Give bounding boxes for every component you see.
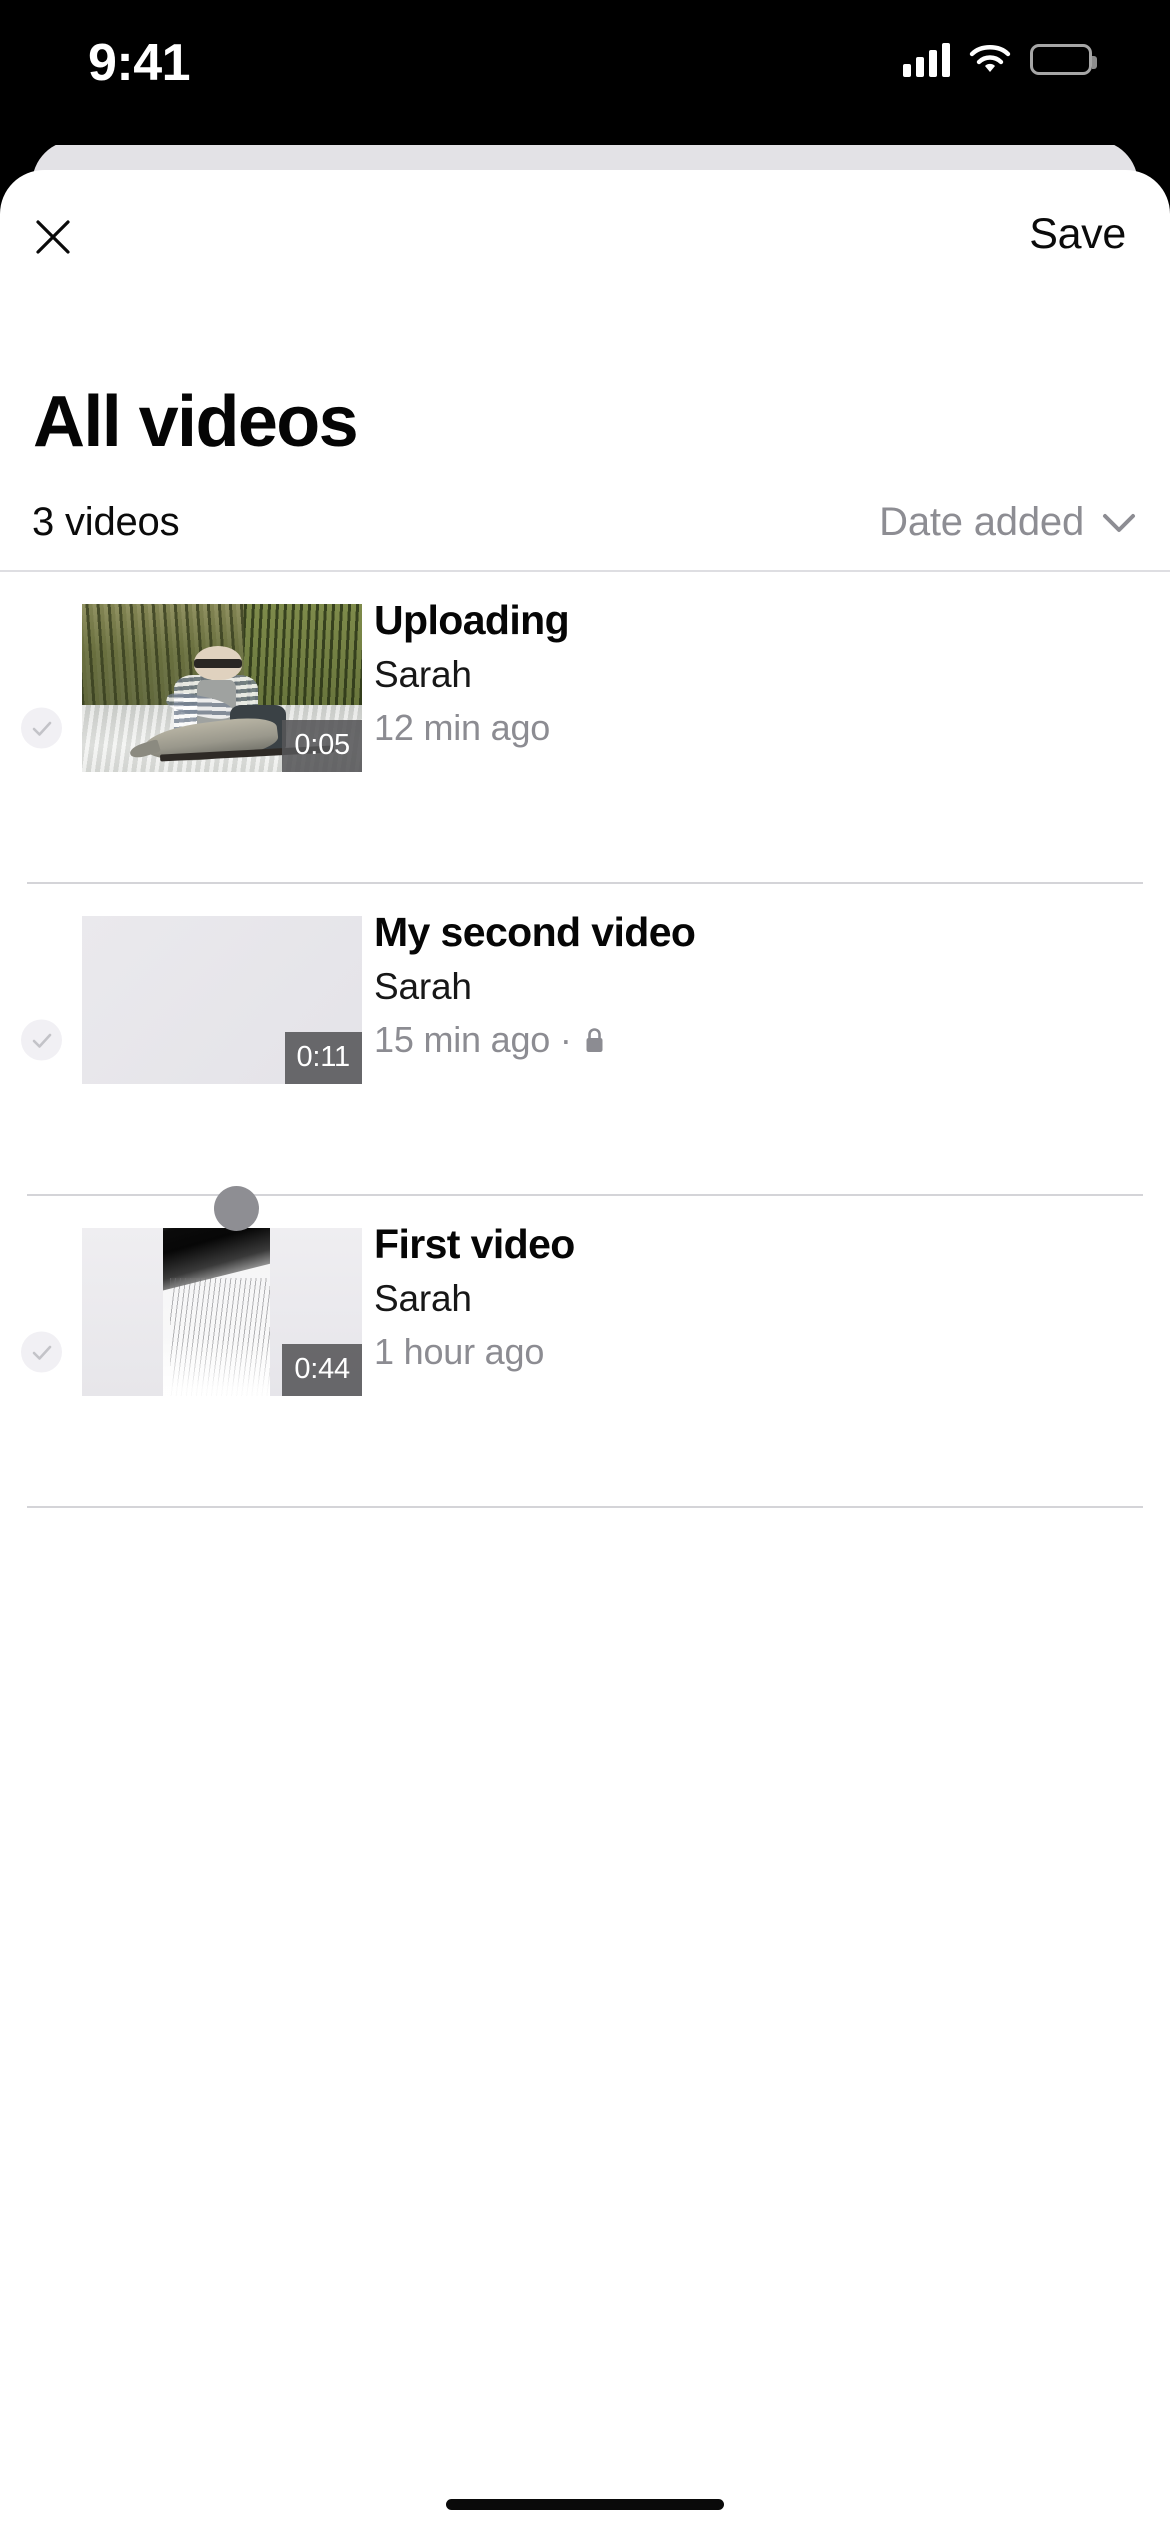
video-thumbnail[interactable]: 0:44: [82, 1228, 362, 1396]
row-divider: [27, 1506, 1143, 1508]
check-icon: [30, 1340, 54, 1364]
lock-icon: [583, 1026, 606, 1055]
video-title: First video: [374, 1221, 575, 1267]
video-timestamp: 12 min ago: [374, 707, 551, 749]
home-indicator: [446, 2499, 724, 2510]
video-count-label: 3 videos: [32, 500, 180, 544]
status-bar-time: 9:41: [88, 34, 191, 92]
cellular-signal-icon: [903, 41, 950, 77]
video-timestamp: 1 hour ago: [374, 1331, 545, 1373]
duration-badge: 0:05: [282, 720, 362, 772]
wifi-icon: [968, 42, 1012, 76]
battery-icon: [1030, 43, 1097, 75]
video-timestamp: 15 min ago ·: [374, 1019, 572, 1061]
sort-label: Date added: [879, 500, 1084, 544]
status-bar: 9:41: [0, 0, 1170, 145]
select-checkbox[interactable]: [21, 707, 62, 749]
video-title: My second video: [374, 909, 696, 955]
sheet-header: Save: [0, 170, 1170, 300]
check-icon: [30, 1028, 54, 1052]
video-thumbnail[interactable]: 0:11: [82, 916, 362, 1084]
video-title: Uploading: [374, 597, 570, 643]
video-timestamp-row: 12 min ago: [374, 707, 1140, 748]
page-title: All videos: [33, 382, 359, 462]
duration-badge: 0:11: [284, 1032, 362, 1084]
close-button[interactable]: [22, 206, 84, 268]
video-author: Sarah: [374, 965, 472, 1007]
list-meta-row: 3 videos Date added: [0, 500, 1170, 555]
duration-badge: 0:44: [282, 1344, 362, 1396]
video-list-item[interactable]: 0:44 First video Sarah 1 hour ago: [0, 1196, 1170, 1508]
sort-button[interactable]: Date added: [871, 494, 1144, 551]
video-thumbnail[interactable]: 0:05: [82, 604, 362, 772]
video-timestamp-row: 15 min ago ·: [374, 1019, 1140, 1060]
select-checkbox[interactable]: [21, 1019, 62, 1061]
video-picker-sheet: Save All videos 3 videos Date added 0:05…: [0, 170, 1170, 2532]
video-info: First video Sarah 1 hour ago: [374, 1221, 1140, 1373]
loading-spinner-dot: [214, 1186, 259, 1231]
video-info: My second video Sarah 15 min ago ·: [374, 909, 1140, 1061]
chevron-down-icon: [1102, 512, 1136, 534]
video-list-item[interactable]: 0:11 My second video Sarah 15 min ago ·: [0, 884, 1170, 1196]
video-author: Sarah: [374, 1277, 472, 1319]
video-author: Sarah: [374, 653, 472, 695]
video-list: 0:05 Uploading Sarah 12 min ago 0:11 My …: [0, 572, 1170, 1508]
check-icon: [30, 716, 54, 740]
status-bar-icons: [903, 36, 1097, 82]
close-icon: [34, 218, 72, 256]
video-timestamp-row: 1 hour ago: [374, 1331, 1140, 1372]
video-info: Uploading Sarah 12 min ago: [374, 597, 1140, 749]
video-list-item[interactable]: 0:05 Uploading Sarah 12 min ago: [0, 572, 1170, 884]
save-button[interactable]: Save: [1015, 200, 1140, 269]
select-checkbox[interactable]: [21, 1331, 62, 1373]
